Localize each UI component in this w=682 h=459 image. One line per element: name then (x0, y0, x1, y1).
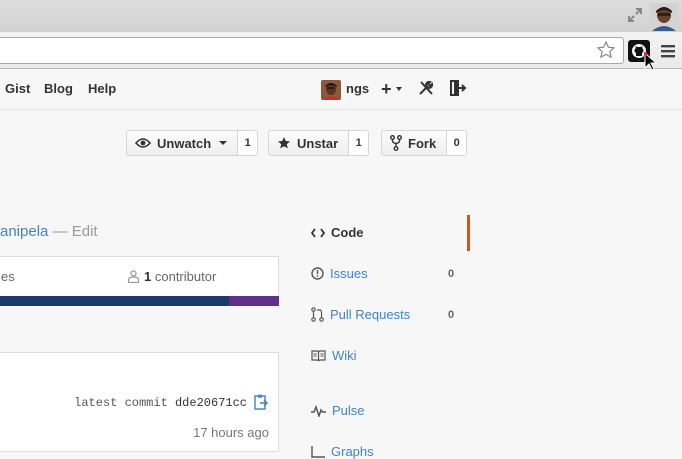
sidebar-item-label: Wiki (332, 348, 357, 363)
page-title: anipela — Edit (0, 223, 98, 240)
language-bar[interactable] (0, 296, 279, 306)
bookmark-star-icon[interactable] (596, 40, 616, 60)
sidebar-item-label: Code (331, 225, 364, 240)
nav-gist-link[interactable]: Gist (5, 81, 30, 96)
site-header: Gist Blog Help ngs + (0, 69, 682, 110)
issue-icon (311, 267, 324, 280)
fullscreen-icon[interactable] (627, 7, 643, 23)
latest-commit-label: latest commit (74, 396, 168, 410)
star-button-group: Unstar 1 (268, 130, 370, 156)
browser-profile-avatar[interactable] (650, 3, 678, 31)
user-avatar[interactable] (321, 80, 341, 100)
code-icon (311, 227, 325, 238)
unstar-label: Unstar (297, 135, 339, 151)
sidebar-item-label: Graphs (331, 444, 374, 459)
sidebar-item-code[interactable]: Code (311, 225, 364, 240)
header-username[interactable]: ngs (346, 81, 369, 96)
commit-hash-link[interactable]: dde20671cc (175, 396, 247, 410)
language-segment-primary (0, 296, 229, 306)
sidebar-item-pull-requests[interactable]: Pull Requests (311, 307, 410, 322)
branches-stat[interactable]: es (1, 269, 15, 284)
browser-menu-icon[interactable] (659, 42, 677, 60)
people-icon (127, 270, 140, 284)
nav-help-link[interactable]: Help (88, 81, 116, 96)
chevron-down-icon (219, 141, 228, 145)
repo-stats-bar: es 1 contributor (0, 256, 279, 298)
sidebar-item-label: Issues (330, 266, 368, 281)
chevron-down-icon[interactable] (396, 87, 402, 91)
fork-button-group: Fork 0 (381, 130, 468, 156)
repo-description-link[interactable]: anipela (0, 223, 48, 240)
contributors-stat[interactable]: 1 contributor (127, 269, 216, 284)
fork-label: Fork (408, 135, 437, 151)
eye-icon (135, 138, 151, 148)
star-icon (278, 137, 290, 149)
pull-request-icon (311, 307, 324, 322)
fork-icon (390, 135, 402, 151)
watchers-count[interactable]: 1 (238, 130, 259, 156)
sidebar-item-issues[interactable]: Issues (311, 266, 368, 281)
commit-timestamp: 17 hours ago (193, 425, 269, 440)
sidebar-item-pulse[interactable]: Pulse (311, 403, 365, 418)
unstar-button[interactable]: Unstar (268, 130, 350, 156)
selected-nav-indicator (467, 215, 470, 251)
unwatch-button[interactable]: Unwatch (126, 130, 239, 156)
title-separator: — (52, 223, 68, 240)
create-new-plus-icon[interactable]: + (381, 80, 392, 98)
stargazers-count[interactable]: 1 (349, 130, 370, 156)
graph-icon (311, 445, 325, 458)
fork-button[interactable]: Fork (381, 130, 448, 156)
address-bar[interactable] (0, 37, 624, 64)
language-segment-secondary (229, 296, 279, 306)
edit-link[interactable]: Edit (72, 223, 98, 240)
copy-to-clipboard-icon[interactable] (254, 394, 268, 410)
contributors-label: contributor (154, 269, 217, 284)
file-navigation-box: latest commit dde20671cc 17 hours ago (0, 352, 279, 452)
pull-requests-count: 0 (448, 309, 455, 321)
sidebar-item-wiki[interactable]: Wiki (311, 348, 357, 363)
latest-commit: latest commit dde20671cc (74, 396, 247, 410)
watch-button-group: Unwatch 1 (126, 130, 259, 156)
sidebar-item-label: Pull Requests (330, 307, 411, 322)
sidebar-item-label: Pulse (332, 403, 365, 418)
browser-titlebar (0, 0, 682, 32)
nav-blog-link[interactable]: Blog (44, 81, 73, 96)
sign-out-icon[interactable] (449, 79, 467, 97)
contributors-count: 1 (144, 269, 152, 284)
book-icon (311, 349, 326, 361)
forks-count[interactable]: 0 (447, 130, 468, 156)
browser-toolbar (0, 32, 682, 69)
sidebar-item-graphs[interactable]: Graphs (311, 444, 374, 459)
pulse-icon (311, 404, 326, 417)
settings-tools-icon[interactable] (417, 79, 435, 97)
unwatch-label: Unwatch (157, 135, 212, 151)
issues-count: 0 (448, 268, 455, 280)
